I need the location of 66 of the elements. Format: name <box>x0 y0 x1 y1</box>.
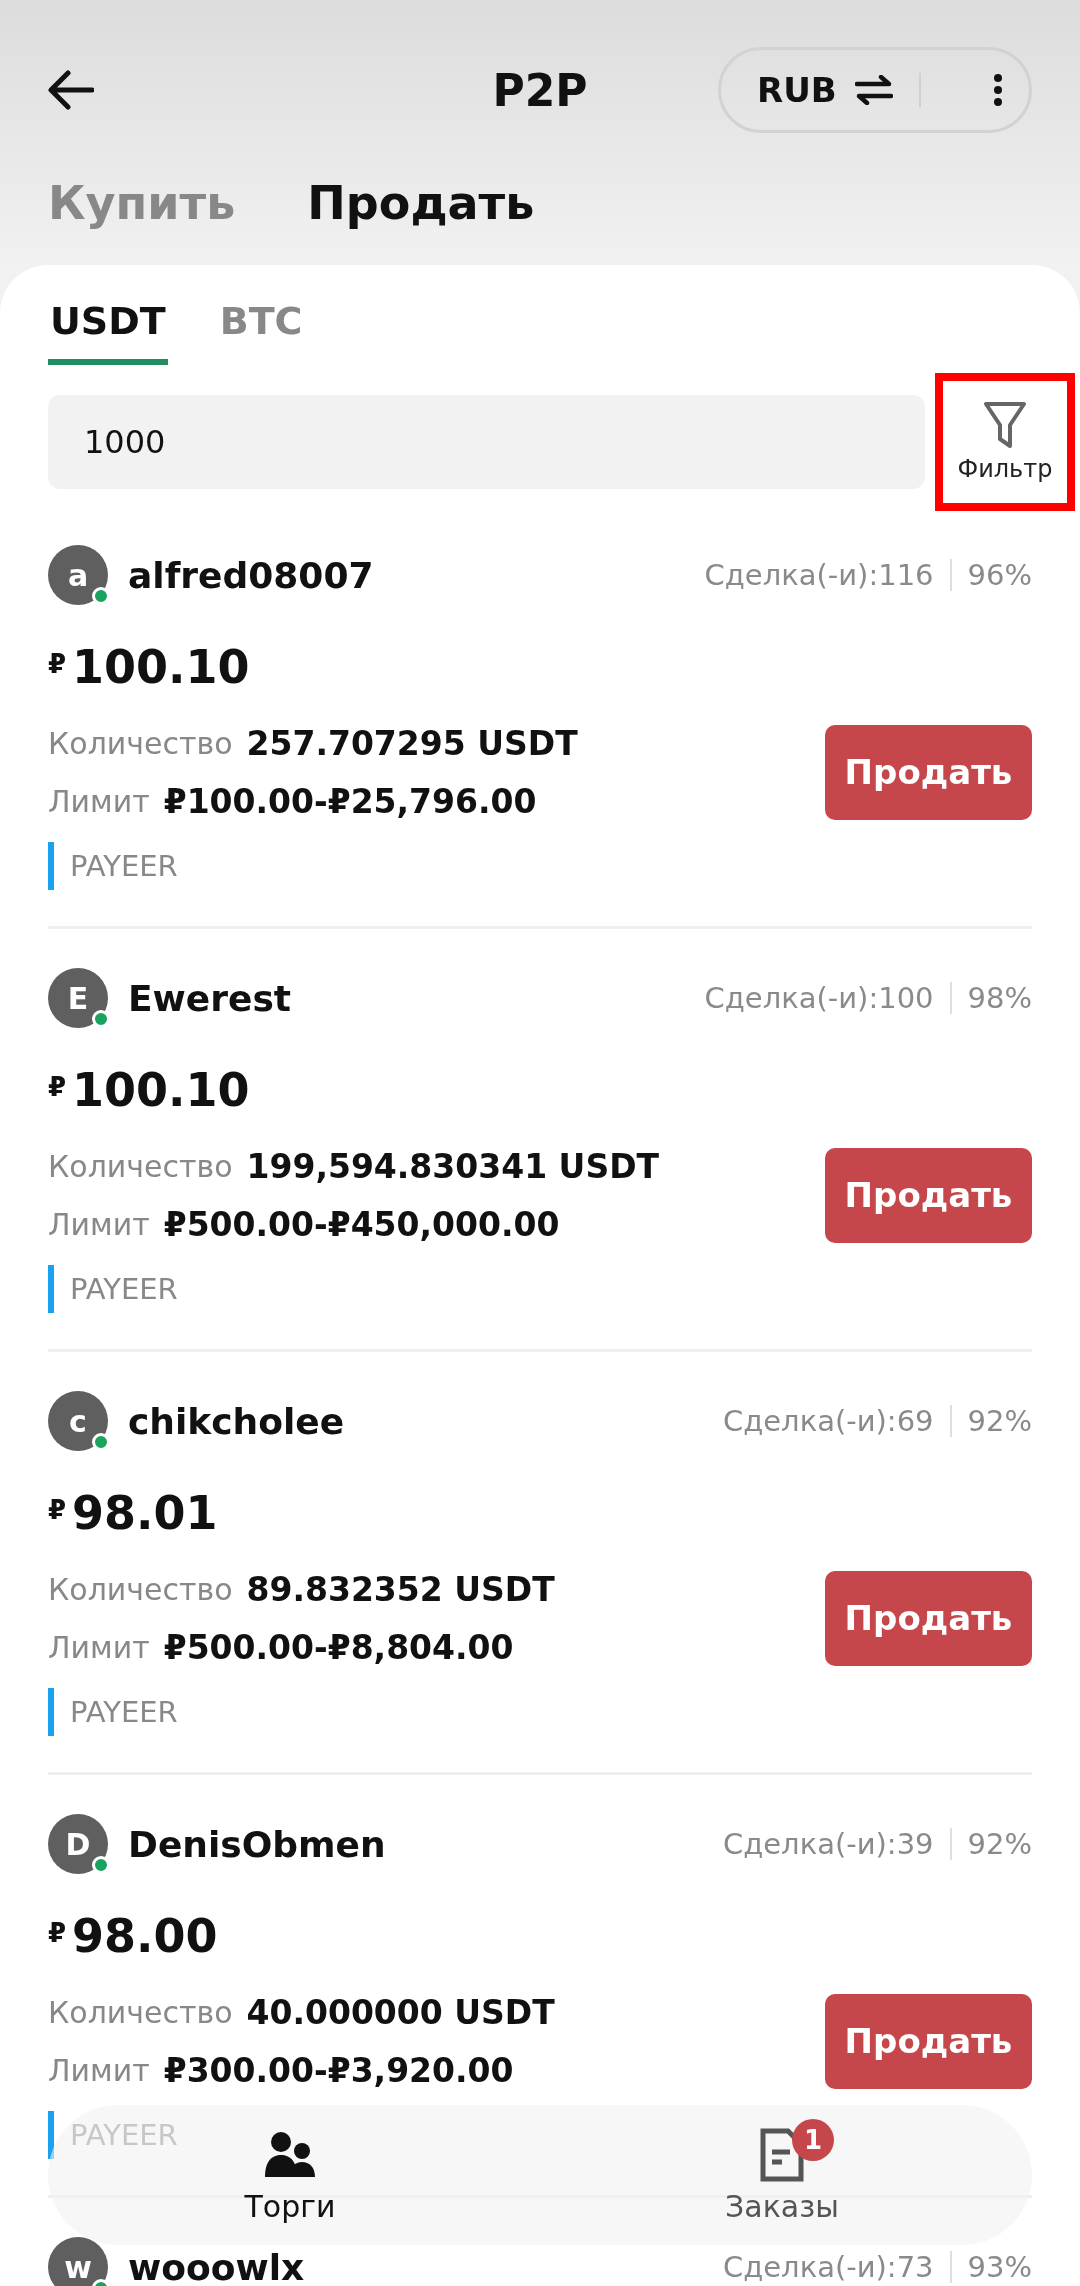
sell-button[interactable]: Продать <box>825 1147 1032 1243</box>
limit-value: ₽500.00-₽450,000.00 <box>163 1204 560 1244</box>
merchant-name[interactable]: chikcholee <box>128 1400 703 1442</box>
sell-button[interactable]: Продать <box>825 1993 1032 2089</box>
limit-label: Лимит <box>48 1206 150 1242</box>
quantity-value: 89.832352 USDT <box>246 1569 555 1609</box>
trade-count: Сделка(-и):39 <box>722 1827 934 1861</box>
page-title: P2P <box>492 64 588 116</box>
payment-method: PAYEER <box>48 842 178 890</box>
quantity-value: 40.000000 USDT <box>246 1992 555 2032</box>
sell-button[interactable]: Продать <box>825 1570 1032 1666</box>
users-icon <box>264 2130 316 2179</box>
merchant-name[interactable]: DenisObmen <box>128 1823 703 1865</box>
currency-sign: ₽ <box>48 1072 67 1102</box>
currency-button[interactable]: RUB <box>757 70 837 110</box>
merchant-name[interactable]: wooowlx <box>128 2246 703 2286</box>
limit-value: ₽100.00-₽25,796.00 <box>163 781 537 821</box>
avatar-letter: E <box>67 980 89 1016</box>
filter-icon <box>983 401 1027 449</box>
completion-rate: 96% <box>967 558 1032 592</box>
price: 100.10 <box>72 1063 250 1117</box>
currency-sign: ₽ <box>48 649 67 679</box>
avatar-letter: a <box>67 557 89 593</box>
limit-value: ₽300.00-₽3,920.00 <box>163 2050 514 2090</box>
completion-rate: 92% <box>967 1404 1032 1438</box>
trade-count: Сделка(-и):69 <box>722 1404 934 1438</box>
swap-icon <box>854 75 893 105</box>
more-button[interactable] <box>993 73 1003 107</box>
avatar-letter: D <box>65 1826 91 1862</box>
limit-label: Лимит <box>48 783 150 819</box>
quantity-label: Количество <box>48 725 233 761</box>
avatar-letter: c <box>69 1403 87 1439</box>
filter-button[interactable]: Фильтр <box>935 373 1075 511</box>
nav-tab[interactable]: 1 Заказы <box>692 2105 872 2245</box>
currency-sign: ₽ <box>48 1918 67 1948</box>
quantity-value: 257.707295 USDT <box>246 723 578 763</box>
coin-tab[interactable]: USDT <box>48 299 168 365</box>
document-icon <box>760 2127 804 2182</box>
quantity-label: Количество <box>48 1148 233 1184</box>
sell-button[interactable]: Продать <box>825 724 1032 820</box>
coin-tab[interactable]: BTC <box>217 299 305 365</box>
price: 98.00 <box>72 1909 218 1963</box>
limit-label: Лимит <box>48 2052 150 2088</box>
trade-tab[interactable]: Продать <box>307 175 535 230</box>
avatar-letter: w <box>64 2249 92 2285</box>
payment-method: PAYEER <box>48 1265 178 1313</box>
payment-method: PAYEER <box>48 1688 178 1736</box>
limit-label: Лимит <box>48 1629 150 1665</box>
currency-sign: ₽ <box>48 1495 67 1525</box>
limit-value: ₽500.00-₽8,804.00 <box>163 1627 514 1667</box>
merchant-name[interactable]: alfred08007 <box>128 554 685 596</box>
nav-tab[interactable]: Торги <box>200 2105 380 2245</box>
trade-count: Сделка(-и):73 <box>722 2250 934 2284</box>
trade-count: Сделка(-и):100 <box>704 981 934 1015</box>
quantity-value: 199,594.830341 USDT <box>246 1146 660 1186</box>
quantity-label: Количество <box>48 1571 233 1607</box>
back-button[interactable] <box>48 70 94 110</box>
completion-rate: 98% <box>967 981 1032 1015</box>
completion-rate: 92% <box>967 1827 1032 1861</box>
merchant-name[interactable]: Ewerest <box>128 977 685 1019</box>
quantity-label: Количество <box>48 1994 233 2030</box>
amount-field[interactable]: 1000 <box>48 395 925 489</box>
price: 98.01 <box>72 1486 218 1540</box>
trade-count: Сделка(-и):116 <box>704 558 934 592</box>
price: 100.10 <box>72 640 250 694</box>
completion-rate: 93% <box>967 2250 1032 2284</box>
